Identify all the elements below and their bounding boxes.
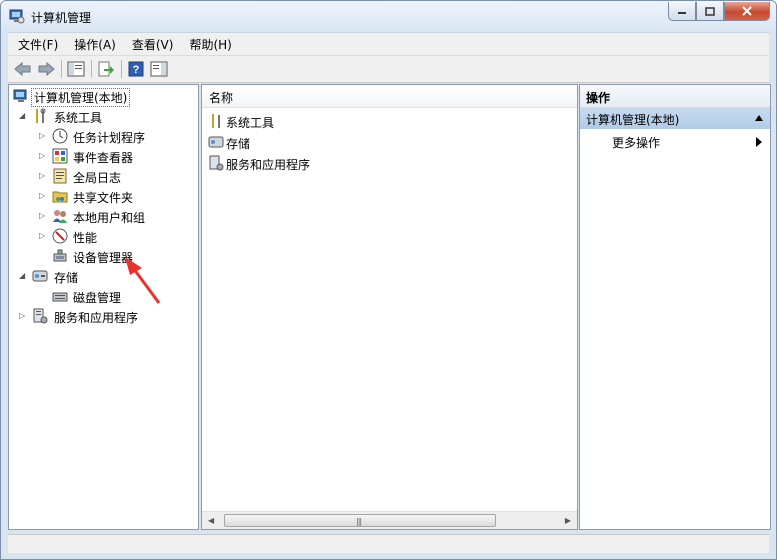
device-manager-icon (53, 249, 67, 262)
tree-item-label: 共享文件夹 (73, 191, 134, 205)
forward-button[interactable] (35, 59, 57, 79)
console-tree[interactable]: 计算机管理(本地) ◢ 系统工具 ▷ 任务计划程序 ▷ 事件查看器 ▷ 全局日志… (8, 84, 199, 530)
services-icon (33, 308, 48, 324)
tree-item-label: 存储 (54, 271, 79, 285)
maximize-icon (705, 6, 715, 16)
grip-icon: ||| (356, 517, 362, 526)
details-pane: 名称 系统工具 存储 服务和应用程序 ◀ ||| ▶ (201, 84, 578, 530)
expand-arrow-icon[interactable]: ▷ (39, 151, 47, 160)
back-icon (14, 62, 31, 76)
tree-item-label: 全局日志 (73, 171, 122, 185)
expand-arrow-icon[interactable]: ▷ (39, 231, 47, 240)
performance-icon (52, 228, 68, 244)
collapse-arrow-icon[interactable]: ◢ (19, 111, 27, 120)
disk-icon (52, 292, 68, 302)
computer-management-icon (9, 9, 25, 24)
computer-management-icon (13, 89, 27, 102)
log-icon (53, 168, 67, 184)
menu-file[interactable]: 文件(F) (8, 36, 64, 53)
expand-arrow-icon[interactable]: ▷ (39, 191, 47, 200)
tools-icon (212, 114, 220, 128)
tree-item-label: 事件查看器 (73, 151, 134, 165)
tree-item-label: 服务和应用程序 (54, 311, 139, 325)
scroll-right-icon[interactable]: ▶ (565, 516, 571, 525)
storage-icon (208, 136, 224, 148)
list-item-label: 系统工具 (226, 116, 275, 130)
collapse-arrow-icon[interactable]: ◢ (19, 271, 27, 280)
tree-item-label: 磁盘管理 (73, 291, 122, 305)
list-item-label: 存储 (226, 137, 251, 151)
close-button[interactable] (724, 2, 770, 21)
export-list-icon (98, 61, 114, 77)
forward-icon (38, 62, 55, 76)
export-list-button[interactable] (95, 59, 117, 79)
show-hide-action-pane-icon (150, 61, 168, 77)
actions-section-header[interactable]: 计算机管理(本地) (580, 107, 770, 129)
action-label: 更多操作 (612, 136, 661, 150)
users-icon (53, 210, 67, 223)
expand-arrow-icon[interactable]: ▷ (39, 131, 47, 140)
show-hide-console-tree-button[interactable] (65, 59, 87, 79)
expand-arrow-icon[interactable]: ▷ (39, 211, 47, 220)
computer-management-window: 计算机管理 文件(F) 操作(A) 查看(V) 帮助(H) ? 计算机管理(本地… (0, 0, 777, 560)
action-more-actions[interactable]: 更多操作 (580, 132, 770, 152)
horizontal-scrollbar[interactable]: ◀ ||| ▶ (202, 511, 577, 529)
close-icon (742, 6, 752, 16)
menu-view[interactable]: 查看(V) (122, 36, 180, 53)
menu-help[interactable]: 帮助(H) (179, 36, 237, 53)
storage-icon (32, 270, 48, 282)
toolbar-separator (61, 60, 62, 78)
maximize-button[interactable] (696, 2, 724, 21)
show-hide-action-pane-button[interactable] (148, 59, 170, 79)
actions-header: 操作 (580, 85, 770, 108)
status-bar (8, 534, 769, 553)
svg-text:?: ? (133, 64, 140, 76)
toolbar: ? (8, 55, 769, 83)
actions-section-label: 计算机管理(本地) (586, 113, 680, 127)
annotation-arrow-icon (125, 257, 161, 304)
help-button[interactable]: ? (125, 59, 147, 79)
scroll-left-icon[interactable]: ◀ (208, 516, 214, 525)
submenu-arrow-icon (756, 137, 762, 147)
title-bar[interactable]: 计算机管理 (1, 1, 776, 31)
services-icon (209, 155, 224, 171)
window-title: 计算机管理 (31, 11, 92, 25)
back-button[interactable] (12, 59, 34, 79)
tree-item-label: 计算机管理(本地) (31, 88, 131, 107)
expand-arrow-icon[interactable]: ▷ (19, 311, 27, 320)
toolbar-separator (121, 60, 122, 78)
tree-item-label: 本地用户和组 (73, 211, 146, 225)
column-header-name[interactable]: 名称 (202, 85, 577, 108)
scrollbar-thumb[interactable]: ||| (224, 514, 496, 527)
toolbar-separator (91, 60, 92, 78)
minimize-button[interactable] (668, 2, 696, 21)
actions-title: 操作 (586, 91, 611, 105)
shared-folder-icon (52, 191, 68, 203)
clock-icon (52, 128, 68, 144)
tree-item-label: 性能 (73, 231, 98, 245)
expand-arrow-icon[interactable]: ▷ (39, 171, 47, 180)
tools-icon (36, 108, 46, 123)
minimize-icon (678, 12, 686, 14)
help-icon: ? (128, 61, 144, 77)
tree-item-label: 任务计划程序 (73, 131, 146, 145)
menu-bar: 文件(F) 操作(A) 查看(V) 帮助(H) (8, 32, 769, 55)
actions-pane: 操作 计算机管理(本地) 更多操作 (579, 84, 771, 530)
event-viewer-icon (52, 148, 68, 164)
collapse-up-icon[interactable] (754, 114, 764, 122)
list-item-label: 服务和应用程序 (226, 158, 311, 172)
show-hide-console-tree-icon (67, 61, 85, 77)
menu-action[interactable]: 操作(A) (64, 36, 122, 53)
column-header-label: 名称 (209, 91, 234, 105)
tree-item-label: 系统工具 (54, 111, 103, 125)
